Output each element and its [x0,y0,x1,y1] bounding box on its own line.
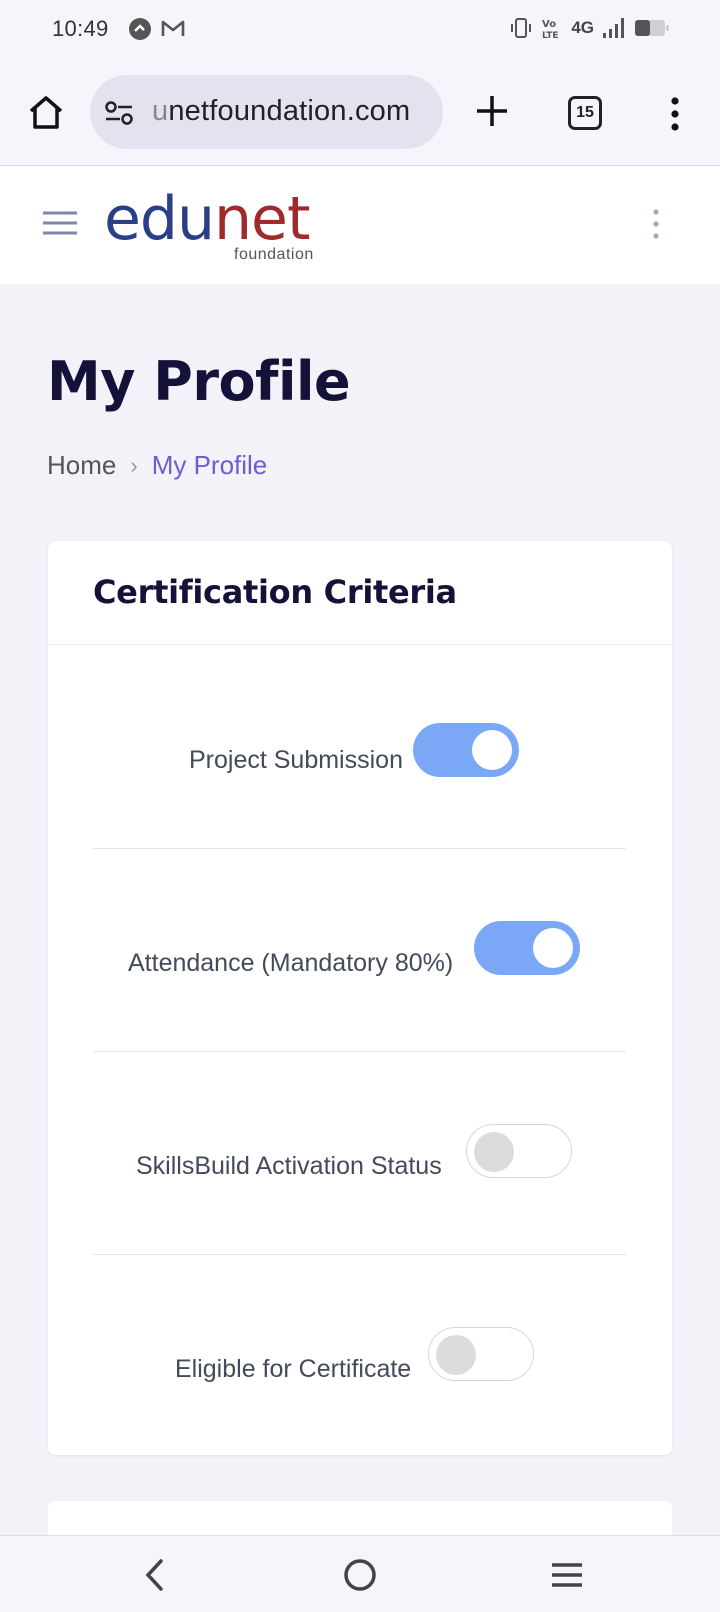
url-text-main: netfoundation.com [168,95,411,127]
toggle-knob [533,928,573,968]
site-more-icon[interactable] [650,208,662,240]
toggle-knob [472,730,512,770]
hamburger-menu-icon[interactable] [42,210,78,236]
status-bar: 10:49 Vo LTE 4G [0,0,720,60]
gmail-icon [161,20,185,36]
signal-icon [603,18,624,38]
svg-text:Vo: Vo [542,19,556,30]
breadcrumb-home-link[interactable]: Home [47,450,116,481]
site-header: edunet foundation [0,166,720,284]
status-right-group: Vo LTE 4G [509,16,670,40]
project-submission-toggle[interactable] [413,723,519,777]
address-bar[interactable]: unetfoundation.com [90,75,443,149]
logo-wordmark: edunet [104,184,311,254]
criteria-row-project-submission: Project Submission [93,646,626,849]
logo-subtitle: foundation [234,246,314,263]
new-tab-icon[interactable] [473,92,511,130]
criteria-label: Eligible for Certificate [175,1355,412,1383]
breadcrumb: Home › My Profile [47,450,267,481]
toggle-knob [474,1132,514,1172]
criteria-row-eligible: Eligible for Certificate [93,1255,626,1458]
logo-edu: edu [104,184,215,254]
tab-switcher-button[interactable]: 15 [568,96,602,130]
breadcrumb-separator-icon: › [130,452,138,478]
network-type: 4G [571,18,594,37]
criteria-row-skillsbuild: SkillsBuild Activation Status [93,1052,626,1255]
site-settings-icon[interactable] [104,100,134,126]
back-icon[interactable] [140,1558,170,1592]
system-nav-bar [0,1535,720,1612]
edunet-logo[interactable]: edunet foundation [104,184,313,274]
criteria-label: Attendance (Mandatory 80%) [128,949,454,977]
card-title: Certification Criteria [93,573,457,611]
volte-icon: Vo LTE [542,19,559,40]
browser-menu-icon[interactable] [665,96,685,132]
browser-toolbar: unetfoundation.com 15 [0,60,720,166]
toggle-knob [436,1335,476,1375]
svg-text:LTE: LTE [542,31,559,40]
breadcrumb-current: My Profile [151,450,268,480]
home-icon[interactable] [26,92,66,132]
status-time: 10:49 [52,16,109,41]
criteria-row-attendance: Attendance (Mandatory 80%) [93,849,626,1052]
card-header: Certification Criteria [48,541,672,645]
url-text-faded: u [152,95,169,127]
page-title: My Profile [47,350,351,413]
attendance-toggle[interactable] [474,921,580,975]
logo-net: net [214,184,310,254]
skillsbuild-activation-toggle[interactable] [466,1124,572,1178]
certification-criteria-card: Certification Criteria Project Submissio… [48,541,672,1455]
criteria-label: Project Submission [189,746,403,774]
recents-icon[interactable] [550,1558,584,1592]
vibrate-icon [511,18,532,38]
url-text[interactable]: unetfoundation.com [152,95,410,128]
battery-icon [635,20,669,36]
eligible-certificate-toggle[interactable] [428,1327,534,1381]
home-circle-icon[interactable] [343,1558,377,1592]
app-notification-icon [129,18,151,40]
criteria-label: SkillsBuild Activation Status [136,1152,442,1180]
